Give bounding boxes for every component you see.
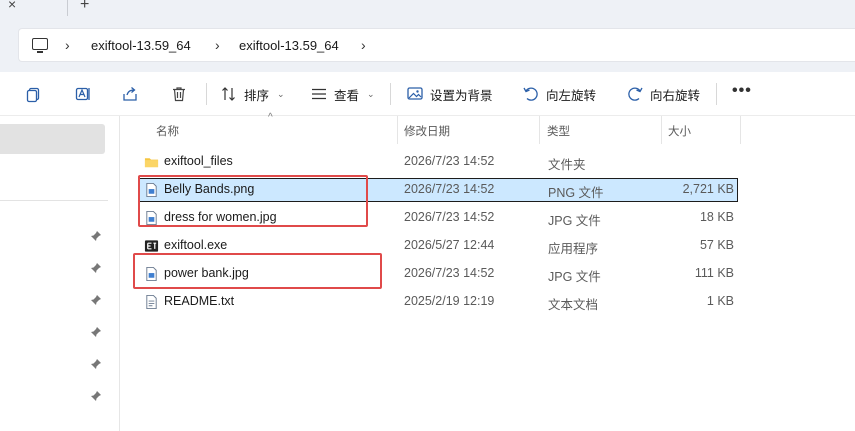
file-size: 18 KB [699, 210, 734, 224]
view-label: 查看 [334, 88, 360, 103]
share-icon [123, 87, 137, 101]
file-name: dress for women.jpg [164, 210, 277, 224]
trash-icon [173, 87, 185, 102]
file-name: Belly Bands.png [164, 182, 255, 196]
address-bar[interactable]: › exiftool-13.59_64 › exiftool-13.59_64 … [18, 28, 855, 62]
file-modified: 2026/7/23 14:52 [404, 210, 495, 224]
file-size: 1 KB [706, 294, 734, 308]
copy-icon [26, 87, 40, 103]
file-modified: 2026/7/23 14:52 [404, 266, 495, 280]
exe-file-icon [144, 240, 159, 252]
pin-icon[interactable] [90, 390, 102, 402]
breadcrumb-item[interactable]: exiftool-13.59_64 [91, 38, 191, 53]
file-row-power-bank[interactable]: power bank.jpg 2026/7/23 14:52 JPG 文件 11… [138, 262, 738, 286]
file-type: JPG 文件 [548, 214, 601, 228]
rotate-right-label: 向右旋转 [650, 88, 701, 103]
file-modified: 2026/5/27 12:44 [404, 238, 495, 252]
tab-strip: × + [0, 0, 855, 20]
copy-button[interactable] [25, 84, 43, 104]
column-name[interactable]: 名称 [156, 123, 179, 139]
file-size: 111 KB [694, 266, 734, 280]
rename-button[interactable] [74, 84, 92, 104]
column-separator[interactable] [397, 116, 398, 144]
pin-icon[interactable] [90, 294, 102, 306]
pin-icon[interactable] [90, 358, 102, 370]
view-button[interactable]: 查看 ⌄ [310, 84, 375, 104]
tab-close-icon[interactable]: × [8, 0, 16, 12]
sort-icon [222, 87, 235, 101]
rotate-left-icon [523, 87, 538, 101]
rename-icon [75, 87, 90, 101]
file-modified: 2026/7/23 14:52 [404, 182, 495, 196]
toolbar-divider [206, 83, 207, 105]
column-separator[interactable] [539, 116, 540, 144]
command-bar: 排序 ⌄ 查看 ⌄ 设置为背景 向左旋转 向右旋转 ••• [0, 72, 855, 116]
set-background-label: 设置为背景 [430, 88, 493, 103]
file-name: exiftool.exe [164, 238, 228, 252]
column-size[interactable]: 大小 [668, 123, 691, 139]
file-list: ^ 名称 修改日期 类型 大小 exiftool_files 2026/7/23… [121, 112, 855, 431]
column-separator[interactable] [740, 116, 741, 144]
toolbar-divider [390, 83, 391, 105]
pin-icon[interactable] [90, 326, 102, 338]
share-button[interactable] [121, 84, 139, 104]
text-file-icon [146, 294, 157, 310]
chevron-down-icon: ⌄ [367, 88, 375, 99]
column-separator[interactable] [661, 116, 662, 144]
file-modified: 2026/7/23 14:52 [404, 154, 495, 168]
file-row-belly-bands[interactable]: Belly Bands.png 2026/7/23 14:52 PNG 文件 2… [138, 178, 738, 202]
file-type: 文件夹 [548, 158, 586, 172]
file-type: PNG 文件 [548, 186, 604, 200]
column-modified[interactable]: 修改日期 [404, 123, 450, 139]
image-file-icon [146, 210, 157, 226]
sort-button[interactable]: 排序 ⌄ [220, 84, 285, 104]
view-icon [312, 88, 326, 100]
chevron-right-icon[interactable]: › [215, 37, 220, 53]
image-icon [407, 87, 423, 100]
file-name: exiftool_files [164, 154, 233, 168]
image-file-icon [146, 266, 157, 282]
file-name: power bank.jpg [164, 266, 249, 280]
rotate-right-icon [628, 87, 643, 101]
navigation-pane [0, 116, 120, 431]
file-size: 2,721 KB [682, 182, 734, 196]
rotate-left-label: 向左旋转 [546, 88, 597, 103]
file-modified: 2025/2/19 12:19 [404, 294, 495, 308]
delete-button[interactable] [170, 84, 188, 104]
chevron-down-icon: ⌄ [277, 88, 285, 99]
pin-icon[interactable] [90, 262, 102, 274]
column-type[interactable]: 类型 [547, 123, 570, 139]
rotate-right-button[interactable]: 向右旋转 [626, 84, 700, 104]
image-file-icon [146, 182, 157, 198]
file-row-dress-for-women[interactable]: dress for women.jpg 2026/7/23 14:52 JPG … [138, 206, 738, 230]
sort-label: 排序 [244, 88, 270, 103]
new-tab-icon[interactable]: + [80, 0, 89, 14]
file-size: 57 KB [699, 238, 734, 252]
address-row: › exiftool-13.59_64 › exiftool-13.59_64 … [0, 20, 855, 72]
more-options-icon[interactable]: ••• [732, 82, 752, 100]
nav-divider [0, 200, 108, 201]
file-row-exiftool-exe[interactable]: exiftool.exe 2026/5/27 12:44 应用程序 57 KB [138, 234, 738, 258]
breadcrumb-item[interactable]: exiftool-13.59_64 [239, 38, 339, 53]
pc-icon[interactable] [32, 38, 48, 53]
file-name: README.txt [164, 294, 235, 308]
file-row-readme[interactable]: README.txt 2025/2/19 12:19 文本文档 1 KB [138, 290, 738, 314]
nav-item-selected[interactable] [0, 124, 105, 154]
file-type: 文本文档 [548, 298, 599, 312]
file-type: 应用程序 [548, 242, 599, 256]
column-header: 名称 修改日期 类型 大小 [121, 116, 855, 144]
file-row-exiftool-files[interactable]: exiftool_files 2026/7/23 14:52 文件夹 [138, 150, 738, 174]
file-type: JPG 文件 [548, 270, 601, 284]
pin-icon[interactable] [90, 230, 102, 242]
folder-icon [144, 158, 159, 168]
toolbar-divider [716, 83, 717, 105]
tab-divider [67, 0, 68, 16]
set-background-button[interactable]: 设置为背景 [406, 84, 493, 104]
chevron-right-icon[interactable]: › [65, 37, 70, 53]
chevron-right-icon[interactable]: › [361, 37, 366, 53]
rotate-left-button[interactable]: 向左旋转 [522, 84, 596, 104]
